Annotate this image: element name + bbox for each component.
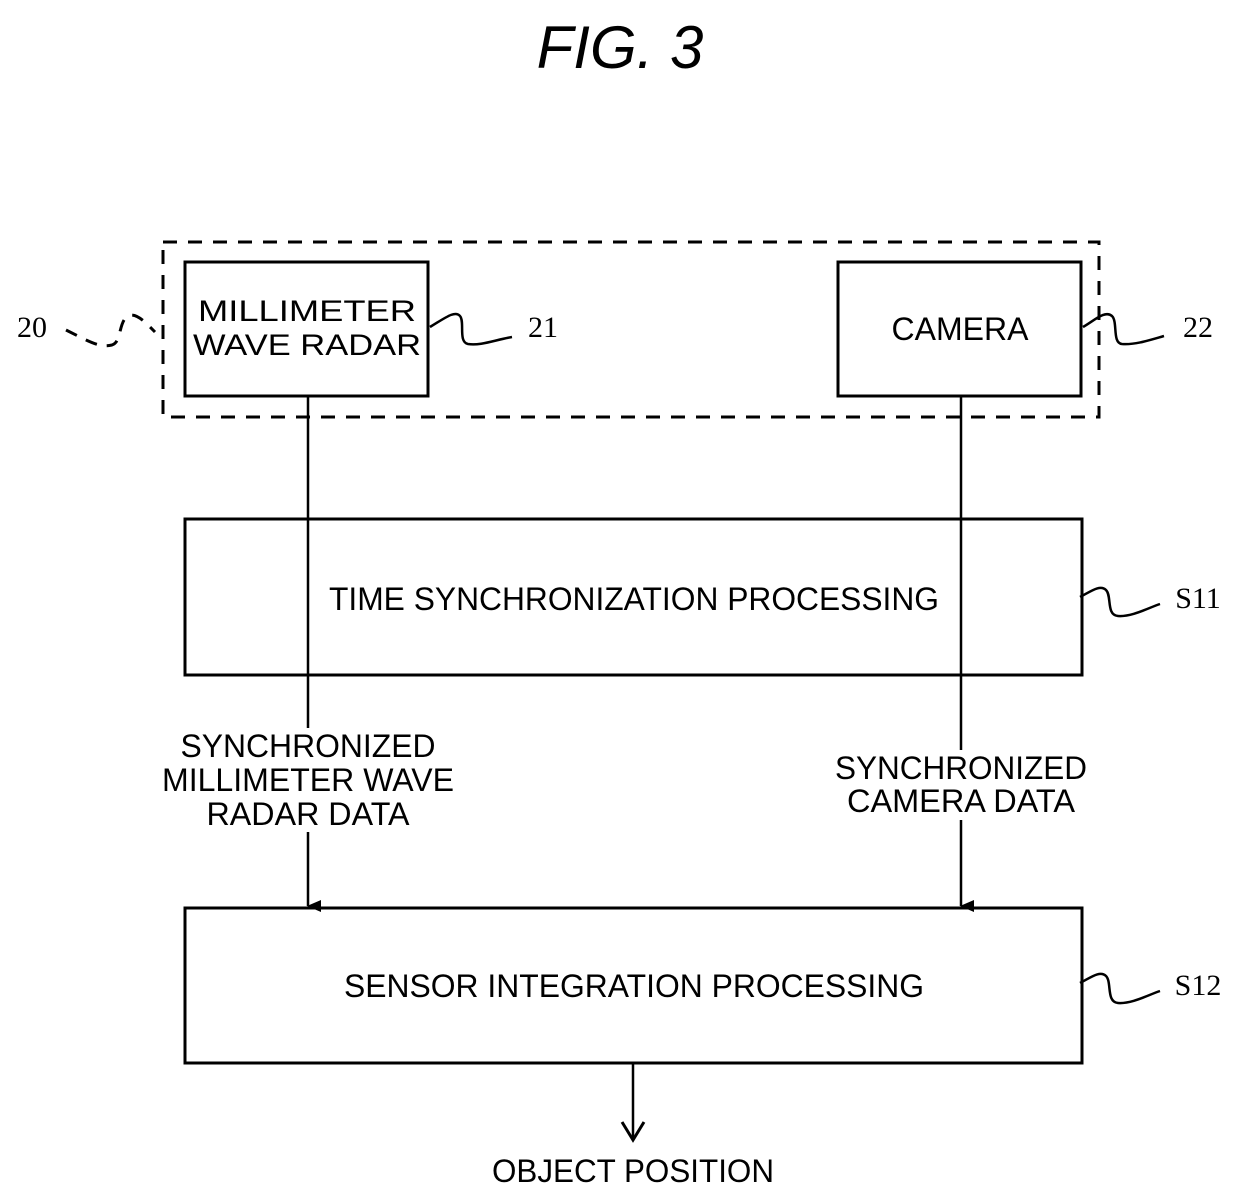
radar-data-label: SYNCHRONIZED MILLIMETER WAVE RADAR DATA xyxy=(162,728,454,832)
radar-label-line1: MILLIMETER xyxy=(198,295,416,328)
sensor-group-ref: 20 xyxy=(17,311,47,344)
time-sync-label: TIME SYNCHRONIZATION PROCESSING xyxy=(329,581,939,617)
figure-title: FIG. 3 xyxy=(537,14,704,81)
camera-label: CAMERA xyxy=(892,311,1030,347)
time-sync-node: TIME SYNCHRONIZATION PROCESSING xyxy=(183,517,1084,677)
camera-ref: 22 xyxy=(1183,311,1213,344)
radar-data-line2: MILLIMETER WAVE xyxy=(162,762,454,798)
camera-node: CAMERA xyxy=(836,260,1083,398)
camera-data-label: SYNCHRONIZED CAMERA DATA xyxy=(835,750,1087,819)
camera-data-line1: SYNCHRONIZED xyxy=(835,750,1087,786)
radar-node: MILLIMETER WAVE RADAR xyxy=(183,260,430,398)
diagram-canvas: FIG. 3 20 MILLIMETER WAVE RADAR 21 CAMER… xyxy=(17,14,1222,1189)
time-sync-ref: S11 xyxy=(1175,582,1221,615)
radar-leader xyxy=(429,312,513,346)
sensor-integration-ref: S12 xyxy=(1175,969,1222,1002)
camera-data-line2: CAMERA DATA xyxy=(847,783,1076,819)
radar-data-line3: RADAR DATA xyxy=(207,796,411,832)
camera-leader xyxy=(1082,312,1165,346)
sensor-integration-label: SENSOR INTEGRATION PROCESSING xyxy=(344,968,924,1004)
radar-ref: 21 xyxy=(528,311,558,344)
radar-label-line2: WAVE RADAR xyxy=(193,329,421,362)
sensor-integration-node: SENSOR INTEGRATION PROCESSING xyxy=(183,906,1084,1065)
sensor-integration-leader xyxy=(1079,972,1161,1005)
time-sync-leader xyxy=(1079,586,1161,618)
output-label: OBJECT POSITION xyxy=(492,1153,774,1189)
radar-data-line1: SYNCHRONIZED xyxy=(181,728,436,764)
sensor-group-leader xyxy=(65,313,157,348)
